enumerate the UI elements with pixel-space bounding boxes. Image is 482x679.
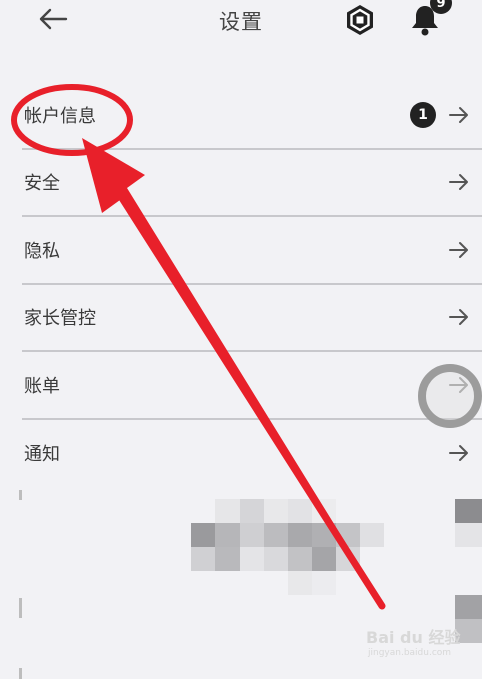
- settings-item-parental-controls[interactable]: 家长管控: [22, 285, 482, 352]
- settings-list: 帐户信息 1 安全 隐私 家长管控 账单 通知: [22, 82, 482, 487]
- arrow-right-icon: [449, 445, 468, 462]
- mosaic-block: [240, 523, 264, 547]
- settings-item-label: 通知: [24, 444, 60, 466]
- robux-button[interactable]: [343, 2, 377, 38]
- mosaic-block: [215, 523, 240, 547]
- mosaic-block: [240, 499, 264, 523]
- settings-item-billing[interactable]: 账单: [22, 352, 482, 420]
- mosaic-block: [312, 571, 336, 595]
- mosaic-block: [312, 523, 336, 547]
- mosaic-block: [455, 595, 482, 619]
- mosaic-block: [191, 547, 215, 571]
- watermark-logo: Bai du 经验: [366, 628, 461, 647]
- mosaic-block: [360, 523, 384, 547]
- mosaic-block: [264, 523, 288, 547]
- arrow-right-icon: [449, 241, 468, 258]
- mosaic-block: [288, 499, 312, 523]
- settings-item-privacy[interactable]: 隐私: [22, 217, 482, 285]
- notifications-button[interactable]: 9: [406, 0, 452, 38]
- mosaic-block: [455, 523, 482, 547]
- settings-item-security[interactable]: 安全: [22, 150, 482, 217]
- mosaic-block: [312, 499, 336, 523]
- watermark-url: jingyan.baidu.com: [368, 648, 452, 658]
- arrow-right-icon: [449, 106, 468, 123]
- divider-tick: [19, 668, 22, 679]
- mosaic-block: [336, 547, 360, 571]
- mosaic-block: [288, 571, 312, 595]
- touch-indicator: [418, 364, 482, 428]
- divider-tick: [19, 598, 22, 618]
- mosaic-block: [240, 547, 264, 571]
- robux-icon: [347, 5, 373, 35]
- arrow-right-icon: [449, 174, 468, 191]
- divider-tick: [19, 490, 22, 500]
- mosaic-block: [336, 523, 360, 547]
- mosaic-block: [312, 547, 336, 571]
- mosaic-block: [264, 499, 288, 523]
- account-info-badge: 1: [410, 101, 436, 128]
- mosaic-block: [455, 499, 482, 523]
- top-bar: 设置 9: [0, 0, 482, 44]
- settings-item-label: 账单: [24, 375, 60, 397]
- settings-item-account-info[interactable]: 帐户信息 1: [22, 82, 482, 150]
- settings-item-notifications[interactable]: 通知: [22, 420, 482, 488]
- mosaic-block: [215, 499, 240, 523]
- mosaic-block: [264, 547, 288, 571]
- settings-item-label: 隐私: [24, 240, 60, 262]
- mosaic-block: [288, 547, 312, 571]
- mosaic-block: [288, 523, 312, 547]
- arrow-right-icon: [449, 309, 468, 326]
- mosaic-block: [191, 523, 215, 547]
- settings-item-label: 帐户信息: [24, 105, 96, 127]
- settings-item-label: 安全: [24, 173, 60, 195]
- settings-item-label: 家长管控: [24, 308, 96, 330]
- mosaic-block: [215, 547, 240, 571]
